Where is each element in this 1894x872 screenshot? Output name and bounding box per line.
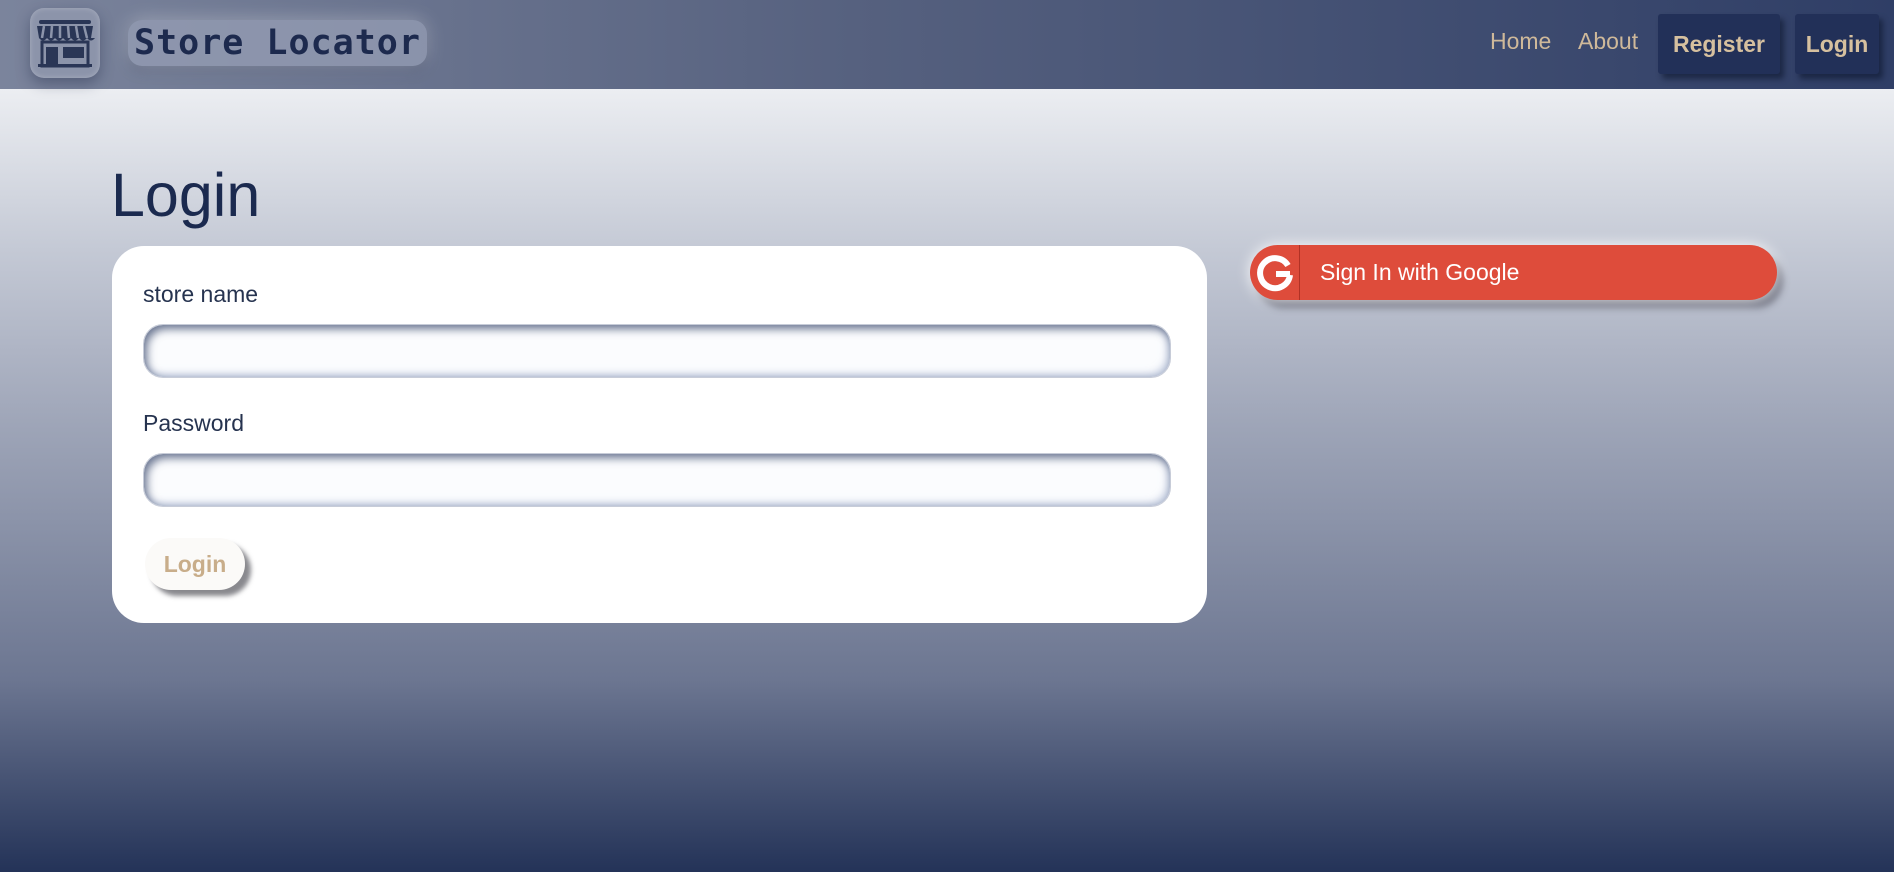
login-form-card: store name Password Login — [112, 246, 1207, 623]
google-sign-in-button[interactable]: Sign In with Google — [1250, 245, 1777, 300]
login-submit-button[interactable]: Login — [145, 538, 245, 590]
brand-title[interactable]: Store Locator — [128, 20, 427, 66]
page-title: Login — [111, 161, 261, 229]
password-label: Password — [143, 410, 244, 436]
top-navbar: Store Locator Home About Register Login — [0, 0, 1894, 89]
google-sign-in-label: Sign In with Google — [1320, 259, 1520, 285]
nav-about-link[interactable]: About — [1578, 28, 1638, 55]
google-g-icon — [1250, 245, 1300, 300]
store-name-label: store name — [143, 281, 259, 307]
store-name-input[interactable] — [143, 324, 1171, 378]
nav-register-button[interactable]: Register — [1658, 14, 1780, 74]
storefront-icon[interactable] — [30, 8, 100, 78]
nav-home-link[interactable]: Home — [1490, 28, 1551, 55]
nav-login-button[interactable]: Login — [1795, 14, 1879, 74]
password-input[interactable] — [143, 453, 1171, 507]
